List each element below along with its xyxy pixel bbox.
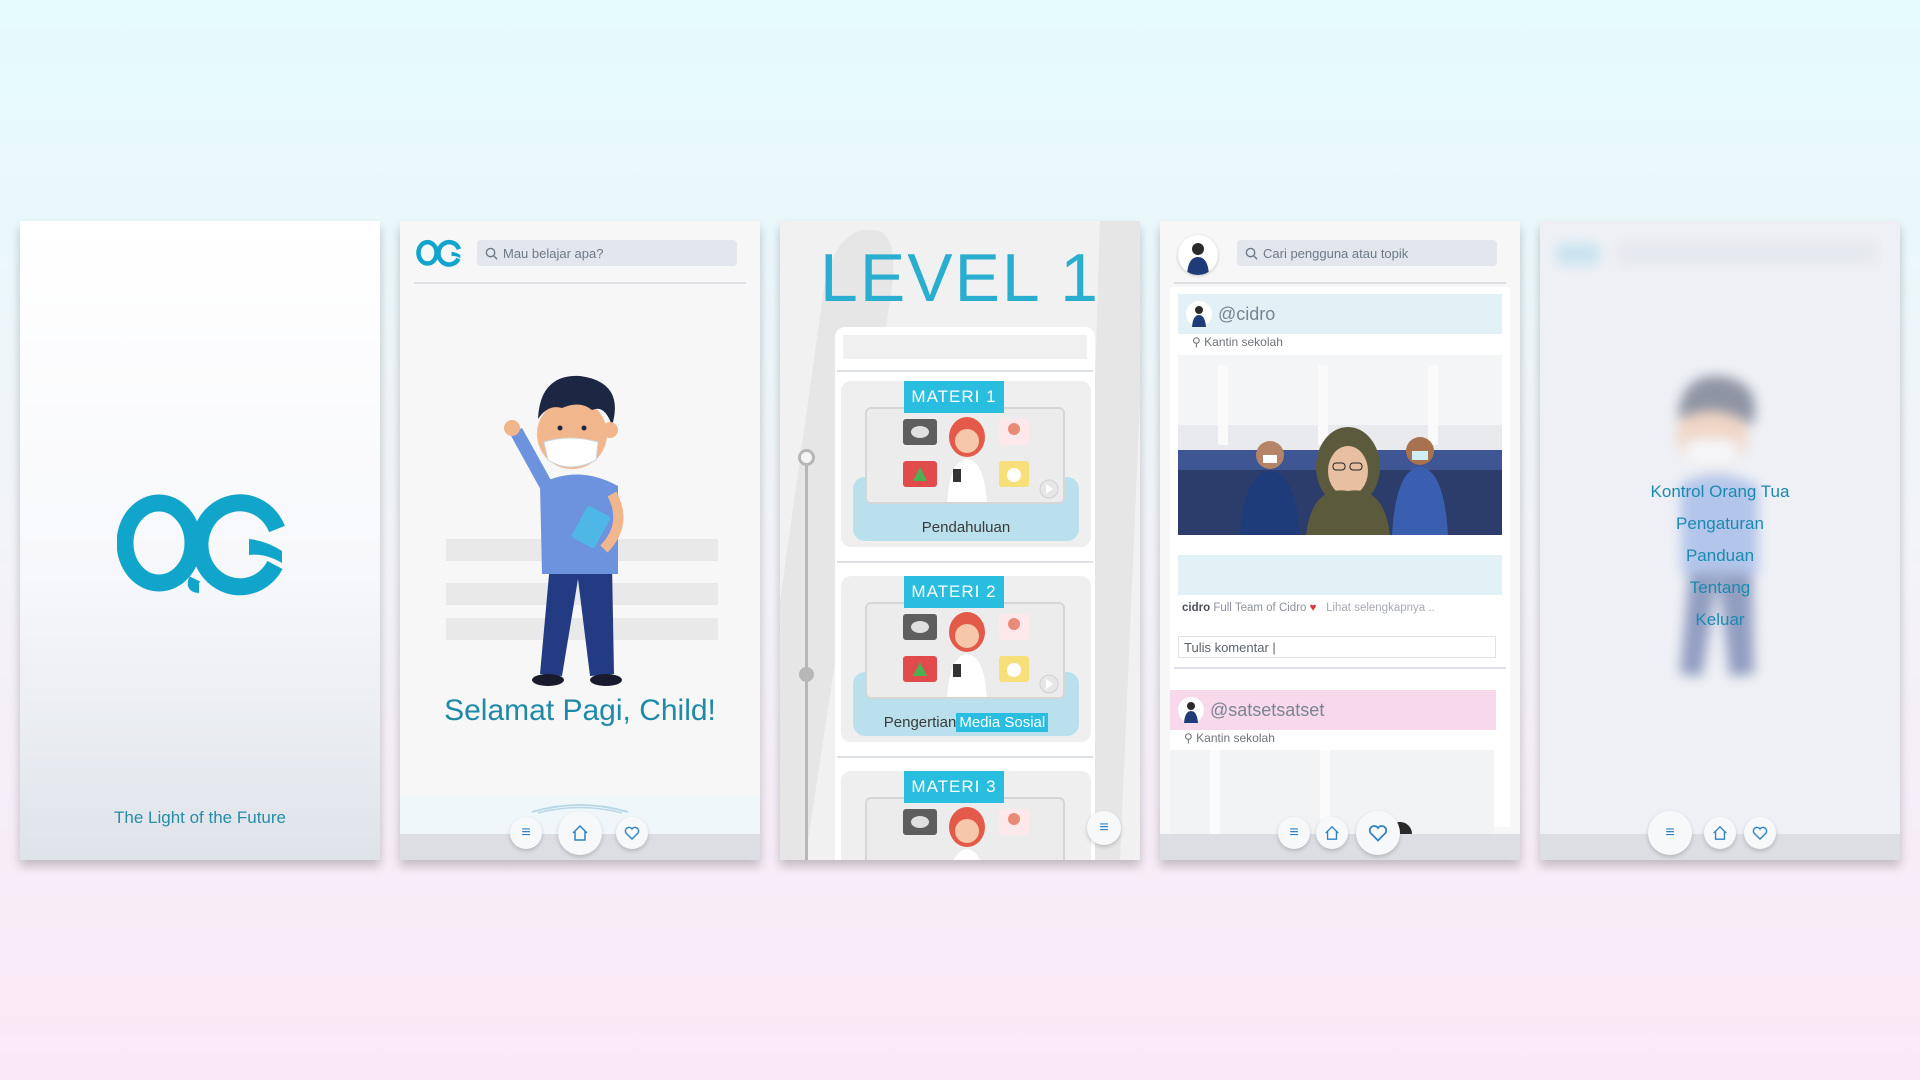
menu-button[interactable]: ≡ — [1087, 811, 1121, 845]
child-mascot-illustration — [504, 375, 624, 686]
heart-icon — [624, 826, 640, 840]
post-location-text: Kantin sekolah — [1196, 731, 1275, 745]
level-screen: LEVEL 1 MATERI 1 Pendahuluan MATERI 2 Pe… — [780, 221, 1140, 860]
home-icon — [1325, 825, 1339, 840]
menu-icon: ≡ — [521, 824, 531, 841]
avatar[interactable] — [1178, 235, 1218, 275]
search-placeholder: Cari pengguna atau topik — [1263, 245, 1409, 261]
home-button[interactable] — [1316, 817, 1348, 849]
panel-header-bar — [843, 335, 1087, 359]
side-menu: Kontrol Orang Tua Pengaturan Panduan Ten… — [1540, 476, 1900, 636]
caption-text: Full Team of Cidro — [1213, 602, 1307, 614]
home-screen: Mau belajar apa? Selamat Pagi, Child! ≡ — [400, 221, 760, 860]
post-location: ⚲ Kantin sekolah — [1184, 731, 1275, 745]
location-pin-icon: ⚲ — [1184, 731, 1193, 745]
materi-title-highlight: Media Sosial — [956, 713, 1049, 732]
materi-card[interactable]: MATERI 2 Pengertian Media Sosial — [841, 576, 1091, 742]
post-username: @satsetsatset — [1210, 699, 1325, 720]
post-reaction-bar — [1178, 555, 1502, 595]
menu-icon: ≡ — [1665, 824, 1675, 841]
timeline-line — [805, 456, 808, 860]
home-icon — [572, 824, 588, 841]
header-divider — [1174, 282, 1506, 284]
post-username: @cidro — [1218, 303, 1276, 324]
post-location-text: Kantin sekolah — [1204, 335, 1283, 349]
home-button[interactable] — [1704, 817, 1736, 849]
materi-title-text: Pengertian — [883, 714, 957, 731]
menu-button[interactable]: ≡ — [1648, 811, 1692, 855]
post-location: ⚲ Kantin sekolah — [1192, 335, 1283, 349]
post-header[interactable]: @satsetsatset — [1170, 690, 1496, 730]
post-photo[interactable] — [1178, 355, 1502, 535]
menu-item-settings[interactable]: Pengaturan — [1540, 508, 1900, 540]
avatar-image — [1187, 243, 1209, 275]
materi-title: Pendahuluan — [841, 519, 1091, 536]
materi-tag: MATERI 1 — [904, 381, 1004, 413]
search-icon — [1245, 247, 1258, 260]
materi-title-text: Pendahuluan — [921, 519, 1011, 536]
post-caption: cidro Full Team of Cidro ♥ Lihat selengk… — [1182, 602, 1435, 614]
panel-divider — [837, 370, 1093, 372]
timeline-node — [799, 667, 814, 682]
menu-button[interactable]: ≡ — [510, 817, 542, 849]
post-divider — [1174, 667, 1506, 669]
see-more-link[interactable]: Lihat selengkapnya .. — [1326, 602, 1435, 614]
social-media-illustration — [903, 417, 1059, 502]
search-input[interactable]: Cari pengguna atau topik — [1237, 240, 1497, 266]
comment-placeholder: Tulis komentar | — [1184, 639, 1276, 655]
favorites-button[interactable] — [1744, 817, 1776, 849]
favorites-button[interactable] — [616, 817, 648, 849]
materi-thumbnail — [865, 407, 1065, 504]
materi-tag: MATERI 2 — [904, 576, 1004, 608]
timeline-node — [798, 449, 815, 466]
splash-screen: The Light of the Future — [20, 221, 380, 860]
menu-button[interactable]: ≡ — [1278, 817, 1310, 849]
menu-item-guide[interactable]: Panduan — [1540, 540, 1900, 572]
search-placeholder: Mau belajar apa? — [503, 245, 604, 261]
favorites-button[interactable] — [1356, 811, 1400, 855]
header-divider — [414, 282, 746, 284]
user-avatar-icon — [1186, 301, 1212, 327]
materi-card[interactable]: MATERI 1 Pendahuluan — [841, 381, 1091, 547]
social-media-illustration — [903, 807, 1029, 860]
location-pin-icon: ⚲ — [1192, 335, 1201, 349]
heart-icon — [1752, 826, 1768, 840]
menu-item-logout[interactable]: Keluar — [1540, 604, 1900, 636]
header-logo[interactable] — [416, 239, 462, 267]
post-header[interactable]: @cidro — [1178, 294, 1502, 334]
card-divider — [837, 561, 1093, 563]
heart-icon — [1368, 825, 1388, 842]
search-icon — [485, 247, 498, 260]
materi-tag: MATERI 3 — [904, 771, 1004, 803]
materi-thumbnail — [865, 602, 1065, 699]
feed-screen: Cari pengguna atau topik @cidro ⚲ Kantin… — [1160, 221, 1520, 860]
app-logo — [117, 494, 285, 596]
materi-title: Pengertian Media Sosial — [841, 713, 1091, 732]
card-divider — [837, 756, 1093, 758]
user-avatar-icon — [1178, 697, 1204, 723]
menu-icon: ≡ — [1289, 824, 1299, 841]
heart-emoji-icon: ♥ — [1309, 602, 1317, 614]
tagline: The Light of the Future — [114, 808, 286, 827]
home-icon — [1713, 825, 1727, 840]
level-title: LEVEL 1 — [820, 240, 1100, 316]
greeting-text: Selamat Pagi, Child! — [444, 694, 716, 727]
menu-item-about[interactable]: Tentang — [1540, 572, 1900, 604]
menu-icon: ≡ — [1099, 819, 1109, 836]
menu-item-parental-control[interactable]: Kontrol Orang Tua — [1540, 476, 1900, 508]
caption-username: cidro — [1182, 602, 1211, 614]
materi-card[interactable]: MATERI 3 — [841, 771, 1091, 860]
menu-screen: Kontrol Orang Tua Pengaturan Panduan Ten… — [1540, 221, 1900, 860]
search-input[interactable]: Mau belajar apa? — [477, 240, 737, 266]
materi-thumbnail — [865, 797, 1065, 860]
social-media-illustration — [903, 612, 1059, 697]
group-selfie-photo — [1178, 355, 1502, 535]
home-button[interactable] — [558, 811, 602, 855]
comment-input[interactable]: Tulis komentar | — [1178, 636, 1496, 658]
